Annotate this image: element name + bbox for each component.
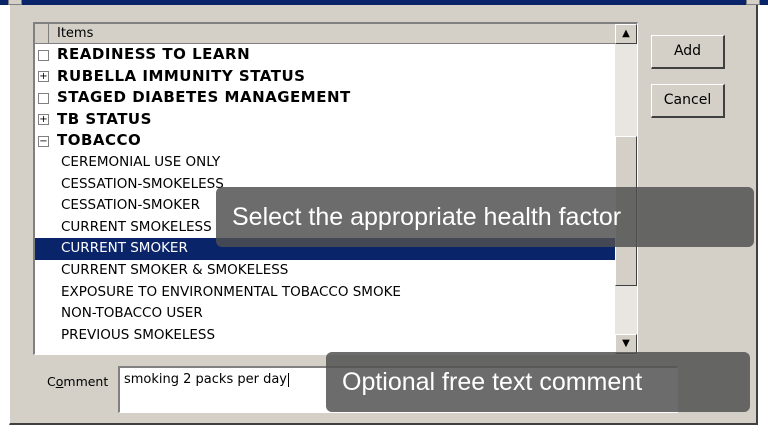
triangle-down-icon: ▼ bbox=[622, 338, 630, 349]
list-group-row[interactable]: READINESS TO LEARN bbox=[35, 44, 615, 66]
list-header-spacer bbox=[35, 24, 49, 43]
list-item-label: TOBACCO bbox=[57, 131, 142, 150]
list-item-label: READINESS TO LEARN bbox=[57, 45, 251, 63]
list-item-label: STAGED DIABETES MANAGEMENT bbox=[57, 88, 351, 107]
comment-label: Comment bbox=[47, 374, 108, 389]
list-item-label: NON-TOBACCO USER bbox=[61, 305, 203, 322]
cancel-button[interactable]: Cancel bbox=[651, 84, 725, 118]
hint-health-factor: Select the appropriate health factor bbox=[216, 187, 754, 247]
triangle-up-icon: ▲ bbox=[622, 28, 630, 39]
list-item-label: CURRENT SMOKELESS bbox=[61, 218, 212, 235]
list-item-label: CURRENT SMOKER & SMOKELESS bbox=[61, 261, 289, 278]
list-item-label: PREVIOUS SMOKELESS bbox=[61, 326, 216, 343]
list-group-row[interactable]: STAGED DIABETES MANAGEMENT bbox=[35, 87, 615, 109]
expand-icon[interactable]: + bbox=[38, 114, 49, 126]
hint-comment: Optional free text comment bbox=[326, 352, 750, 412]
comment-value: smoking 2 packs per day bbox=[124, 372, 287, 387]
list-header[interactable]: Items bbox=[35, 24, 615, 44]
collapse-icon[interactable]: − bbox=[38, 135, 49, 147]
list-group-row[interactable]: − TOBACCO bbox=[35, 130, 615, 152]
list-item[interactable]: NON-TOBACCO USER bbox=[35, 303, 615, 325]
list-header-label: Items bbox=[57, 26, 94, 41]
list-group-row[interactable]: + RUBELLA IMMUNITY STATUS bbox=[35, 66, 615, 88]
list-item-label: RUBELLA IMMUNITY STATUS bbox=[57, 66, 306, 85]
list-item[interactable]: PREVIOUS SMOKELESS bbox=[35, 325, 615, 347]
checkbox-icon[interactable] bbox=[38, 92, 49, 104]
list-item-label: CURRENT SMOKER bbox=[61, 240, 188, 257]
comment-label-prefix: C bbox=[47, 374, 56, 389]
list-item-label: TB STATUS bbox=[57, 109, 152, 128]
list-group-row[interactable]: + TB STATUS bbox=[35, 109, 615, 131]
scroll-up-button[interactable]: ▲ bbox=[615, 24, 637, 44]
expand-icon[interactable]: + bbox=[38, 71, 49, 83]
list-item-label: CESSATION-SMOKELESS bbox=[61, 175, 224, 192]
list-item[interactable]: CURRENT SMOKER & SMOKELESS bbox=[35, 260, 615, 282]
checkbox-icon[interactable] bbox=[38, 49, 49, 61]
add-button[interactable]: Add bbox=[651, 35, 725, 69]
list-item[interactable]: EXPOSURE TO ENVIRONMENTAL TOBACCO SMOKE bbox=[35, 282, 615, 304]
list-item-label: CEREMONIAL USE ONLY bbox=[61, 153, 221, 170]
comment-label-rest: mment bbox=[63, 374, 109, 389]
window-frame: Items READINESS TO LEARN + RUBELLA IMMUNIT… bbox=[0, 0, 768, 436]
text-caret bbox=[288, 372, 289, 387]
list-item-label: CESSATION-SMOKER bbox=[61, 197, 200, 214]
list-item-label: EXPOSURE TO ENVIRONMENTAL TOBACCO SMOKE bbox=[61, 283, 401, 300]
list-item[interactable]: CEREMONIAL USE ONLY bbox=[35, 152, 615, 174]
scroll-down-button[interactable]: ▼ bbox=[615, 334, 637, 354]
